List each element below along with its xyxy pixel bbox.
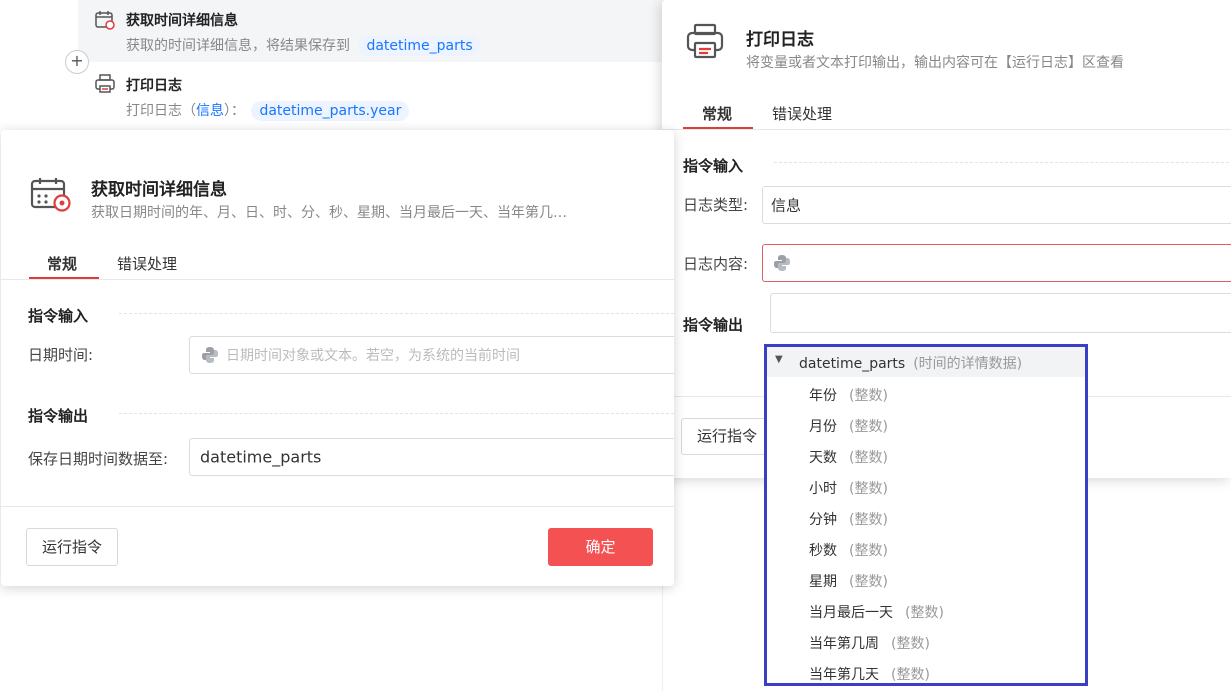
section-divider [774,162,1231,163]
calendar-icon [94,10,116,30]
variable-dropdown: ▼ datetime_parts (时间的详情数据) 年份 (整数) 月份 (整数) … [764,344,1088,686]
log-content-label: 日志内容: [683,255,749,273]
dropdown-item-minute[interactable]: 分钟 (整数) [809,509,888,529]
tab-error-handling[interactable]: 错误处理 [772,103,832,124]
log-type-select[interactable]: 信息 [762,186,1231,224]
log-type-link[interactable]: 信息 [196,103,224,119]
log-content-input[interactable] [762,244,1231,282]
desc-suffix: ）： [224,103,245,119]
save-variable-input[interactable]: datetime_parts [189,438,674,476]
dropdown-item-day-of-year[interactable]: 当年第几天 (整数) [809,664,930,683]
variable-chip[interactable]: datetime_parts.year [251,101,410,121]
dialog-subtitle: 将变量或者文本打印输出，输出内容可在【运行日志】区查看 [746,55,1124,71]
dropdown-item-day[interactable]: 天数 (整数) [809,447,888,467]
datetime-label: 日期时间: [28,346,94,364]
run-command-button[interactable]: 运行指令 [681,418,773,455]
dropdown-item-month-last-day[interactable]: 当月最后一天 (整数) [809,602,944,622]
caret-down-icon[interactable]: ▼ [775,354,783,365]
workflow-item-desc: 打印日志（信息）： datetime_parts.year [126,100,410,121]
confirm-button[interactable]: 确定 [548,528,653,566]
printer-icon [95,74,115,94]
calendar-icon [30,177,72,213]
datetime-placeholder: 日期时间对象或文本。若空，为系统的当前时间 [226,348,520,364]
log-type-value: 信息 [771,196,802,215]
workflow-item-get-datetime[interactable]: 获取时间详细信息 获取的时间详细信息，将结果保存到 datetime_parts [78,0,698,62]
section-output-title: 指令输出 [683,316,744,334]
dropdown-root-row[interactable]: ▼ datetime_parts (时间的详情数据) [767,347,1085,377]
dropdown-item-second[interactable]: 秒数 (整数) [809,540,888,560]
save-variable-value: datetime_parts [200,447,322,467]
workflow-item-title: 打印日志 [126,78,182,94]
save-to-label: 保存日期时间数据至: [28,450,169,468]
workflow-item-desc: 获取的时间详细信息，将结果保存到 datetime_parts [126,35,481,56]
tab-general[interactable]: 常规 [47,253,77,274]
dialog-title: 获取时间详细信息 [91,180,227,200]
run-command-button[interactable]: 运行指令 [26,528,118,566]
dialog-subtitle: 获取日期时间的年、月、日、时、分、秒、星期、当月最后一天、当年第几… [91,205,567,221]
section-output-title: 指令输出 [28,407,89,425]
dropdown-item-week-of-year[interactable]: 当年第几周 (整数) [809,633,930,653]
tab-divider [662,129,1231,130]
python-icon[interactable] [201,346,219,364]
log-type-label: 日志类型: [683,196,749,214]
tab-error-handling[interactable]: 错误处理 [117,253,177,274]
section-input-title: 指令输入 [683,157,744,175]
section-input-title: 指令输入 [28,307,89,325]
python-icon[interactable] [773,254,791,272]
section-divider [119,413,674,414]
section-divider [119,313,674,314]
root-variable-name: datetime_parts [799,356,906,372]
workflow-item-desc-text: 获取的时间详细信息，将结果保存到 [126,38,350,54]
workflow-item-title: 获取时间详细信息 [126,13,238,29]
desc-prefix: 打印日志（ [126,103,196,119]
tab-divider [1,279,674,280]
footer-divider [1,506,674,507]
dropdown-item-hour[interactable]: 小时 (整数) [809,478,888,498]
variable-chip[interactable]: datetime_parts [358,36,481,56]
get-datetime-dialog: 获取时间详细信息 获取日期时间的年、月、日、时、分、秒、星期、当月最后一天、当年… [1,130,674,586]
dropdown-item-weekday[interactable]: 星期 (整数) [809,571,888,591]
dropdown-item-year[interactable]: 年份 (整数) [809,385,888,405]
dropdown-root-label: datetime_parts (时间的详情数据) [799,353,1022,373]
dropdown-item-month[interactable]: 月份 (整数) [809,416,888,436]
tab-general[interactable]: 常规 [702,103,732,124]
printer-icon [686,22,724,60]
workflow-item-print-log[interactable]: 打印日志 打印日志（信息）： datetime_parts.year [78,64,698,128]
expression-input[interactable] [770,293,1231,333]
dialog-title: 打印日志 [746,30,814,50]
datetime-input[interactable]: 日期时间对象或文本。若空，为系统的当前时间 [189,336,674,374]
root-variable-hint: (时间的详情数据) [913,356,1023,372]
